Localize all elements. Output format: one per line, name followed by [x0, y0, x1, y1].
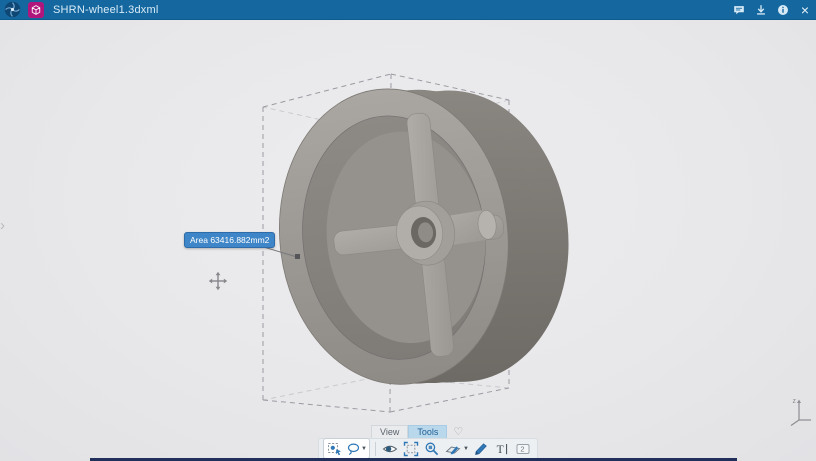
axis-z-label: z [793, 398, 797, 405]
comment-icon[interactable] [728, 0, 750, 20]
measurement-label[interactable]: Area 63416.882mm2 [184, 232, 276, 248]
window-title: SHRN-wheel1.3dxml [53, 3, 159, 16]
compass-icon[interactable] [4, 1, 21, 18]
wheel-3d-model[interactable] [0, 20, 816, 461]
svg-text:2: 2 [521, 444, 525, 453]
info-icon[interactable] [772, 0, 794, 20]
text-annotation-tool[interactable]: T [493, 440, 512, 458]
close-icon[interactable]: × [794, 0, 816, 20]
move-cursor-icon [208, 271, 228, 291]
titlebar: SHRN-wheel1.3dxml × [0, 0, 816, 20]
svg-text:T: T [497, 444, 504, 456]
download-icon[interactable] [750, 0, 772, 20]
fit-view-tool[interactable] [402, 440, 421, 458]
ink-annotation-tool[interactable] [472, 440, 491, 458]
app-window: SHRN-wheel1.3dxml × › Area 63416.882mm2 … [0, 0, 816, 461]
zoom-area-tool[interactable] [423, 440, 442, 458]
3d-viewport[interactable]: › Area 63416.882mm2 View Tools ♡ ▼ ▼ T 2… [0, 20, 816, 461]
hide-show-tool[interactable] [381, 440, 400, 458]
wheel-body[interactable] [265, 71, 583, 399]
lasso-dropdown-caret[interactable]: ▼ [361, 446, 367, 452]
note-2d-tool[interactable]: 2 [514, 440, 533, 458]
bottom-toolbar: ▼ ▼ T 2 [318, 438, 538, 459]
panel-expander-chevron[interactable]: › [0, 218, 5, 233]
tab-view[interactable]: View [371, 425, 409, 439]
selection-tool-group: ▼ [323, 438, 370, 459]
section-tool[interactable] [444, 440, 463, 458]
3d-cube-app-icon[interactable] [28, 1, 44, 18]
toolbar-divider [374, 441, 376, 456]
section-dropdown-caret[interactable]: ▼ [463, 446, 469, 452]
tab-tools[interactable]: Tools [408, 425, 448, 439]
select-tool[interactable] [325, 440, 344, 458]
toolbar-tabs: View Tools ♡ [371, 425, 463, 439]
axis-triad: z [790, 398, 811, 426]
